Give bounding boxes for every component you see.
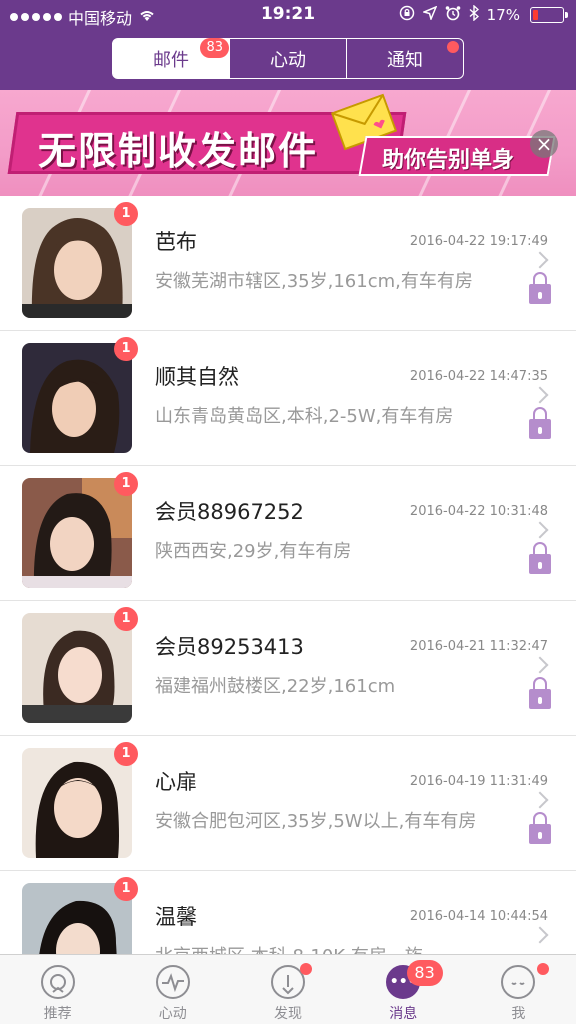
status-right: 17% (399, 4, 568, 25)
status-bar: 中国移动 19:21 17% (0, 0, 576, 30)
unread-badge: 1 (114, 607, 138, 631)
recommend-icon (40, 965, 75, 999)
sender-name: 会员88967252 (155, 500, 304, 524)
chevron-right-icon (531, 926, 549, 944)
message-row[interactable]: 1 芭布 2016-04-22 19:17:49 安徽芜湖市辖区,35岁,161… (0, 196, 576, 331)
avatar[interactable] (22, 748, 132, 858)
bluetooth-icon (469, 4, 479, 25)
avatar[interactable] (22, 478, 132, 588)
unread-badge: 1 (114, 472, 138, 496)
banner-sub-text: 助你告别单身 (382, 148, 515, 173)
tabbar-me-dot (536, 963, 549, 975)
lock-icon[interactable] (529, 407, 551, 439)
message-list: 1 芭布 2016-04-22 19:17:49 安徽芜湖市辖区,35岁,161… (0, 196, 576, 954)
avatar-wrap: 1 (22, 607, 138, 723)
tab-heartbeat[interactable]: 心动 (230, 39, 347, 78)
unread-badge: 1 (114, 202, 138, 226)
message-time: 2016-04-19 11:31:49 (409, 774, 548, 789)
location-icon (421, 5, 438, 24)
message-time: 2016-04-21 11:32:47 (409, 639, 548, 654)
tab-notification-dot (447, 41, 459, 53)
lock-icon[interactable] (529, 542, 551, 574)
rotation-lock-icon (399, 5, 415, 25)
tabbar-recommend-label: 推荐 (43, 1006, 72, 1022)
battery-icon (530, 7, 568, 23)
bottom-tab-bar: 推荐 心动 发现 ••• 83 消息 我 (0, 954, 576, 1024)
chevron-right-icon (531, 386, 549, 404)
sender-info: 安徽芜湖市辖区,35岁,161cm,有车有房 (155, 271, 473, 292)
message-time: 2016-04-14 10:44:54 (409, 909, 548, 924)
avatar[interactable] (22, 613, 132, 723)
banner-main-text: 无限制收发邮件 (38, 129, 319, 173)
unread-badge: 1 (114, 337, 138, 361)
sender-name: 顺其自然 (155, 365, 239, 389)
avatar-wrap: 1 (22, 337, 138, 453)
sender-info: 北京西城区,本科,8-10K,有房一族 (155, 942, 423, 954)
avatar[interactable] (22, 208, 132, 318)
tabbar-message-badge: 83 (406, 960, 443, 986)
tabbar-discover-dot (300, 963, 313, 975)
header: 中国移动 19:21 17% 邮件 83 心动 通知 (0, 0, 576, 90)
alarm-icon (445, 5, 461, 25)
battery-fill (533, 10, 538, 20)
tab-notification-label: 通知 (387, 49, 423, 71)
promo-banner[interactable]: 无限制收发邮件 助你告别单身 × (0, 90, 576, 196)
battery-percent: 17% (486, 6, 520, 24)
lock-icon[interactable] (529, 812, 551, 844)
avatar[interactable] (22, 343, 132, 453)
sender-info: 安徽合肥包河区,35岁,5W以上,有车有房 (155, 811, 477, 832)
avatar-wrap: 1 (22, 472, 138, 588)
chevron-right-icon (531, 251, 549, 269)
unread-badge: 1 (114, 877, 138, 901)
message-time: 2016-04-22 19:17:49 (409, 234, 548, 249)
message-row[interactable]: 1 会员89253413 2016-04-21 11:32:47 福建福州鼓楼区… (0, 601, 576, 736)
chevron-right-icon (531, 521, 549, 539)
sender-info: 福建福州鼓楼区,22岁,161cm (155, 676, 396, 697)
chevron-right-icon (531, 791, 549, 809)
tabbar-recommend[interactable]: 推荐 (0, 955, 115, 1024)
tabbar-message-label: 消息 (389, 1006, 418, 1022)
unread-badge: 1 (114, 742, 138, 766)
sender-info: 山东青岛黄岛区,本科,2-5W,有车有房 (155, 406, 454, 427)
sender-name: 温馨 (155, 905, 197, 929)
tabbar-me[interactable]: 我 (461, 955, 576, 1024)
sender-name: 心扉 (155, 770, 197, 794)
tab-mail[interactable]: 邮件 83 (113, 38, 230, 78)
message-time: 2016-04-22 14:47:35 (409, 369, 548, 384)
tabbar-discover[interactable]: 发现 (230, 955, 345, 1024)
lock-icon[interactable] (529, 272, 551, 304)
banner-close-button[interactable]: × (530, 130, 558, 158)
tabbar-heartbeat[interactable]: 心动 (115, 955, 230, 1024)
tab-heartbeat-label: 心动 (270, 49, 306, 71)
avatar-wrap: 1 (22, 202, 138, 318)
avatar-wrap: 1 (22, 877, 138, 954)
lock-icon[interactable] (529, 677, 551, 709)
sender-name: 芭布 (155, 230, 197, 254)
heartbeat-icon (155, 965, 190, 999)
message-row[interactable]: 1 会员88967252 2016-04-22 10:31:48 陕西西安,29… (0, 466, 576, 601)
segmented-tabs: 邮件 83 心动 通知 (112, 38, 464, 79)
chevron-right-icon (531, 656, 549, 674)
tab-mail-label: 邮件 (153, 49, 189, 71)
me-icon (501, 965, 536, 999)
tab-mail-badge: 83 (200, 38, 229, 58)
message-row[interactable]: 1 顺其自然 2016-04-22 14:47:35 山东青岛黄岛区,本科,2-… (0, 331, 576, 466)
tabbar-message[interactable]: ••• 83 消息 (346, 955, 461, 1024)
sender-name: 会员89253413 (155, 635, 304, 659)
tabbar-heartbeat-label: 心动 (158, 1006, 187, 1022)
tab-notification[interactable]: 通知 (347, 39, 463, 78)
tabbar-discover-label: 发现 (274, 1006, 302, 1022)
sender-info: 陕西西安,29岁,有车有房 (155, 541, 352, 562)
avatar-wrap: 1 (22, 742, 138, 858)
tabbar-me-label: 我 (511, 1006, 526, 1022)
message-time: 2016-04-22 10:31:48 (409, 504, 548, 519)
message-row[interactable]: 1 温馨 2016-04-14 10:44:54 北京西城区,本科,8-10K,… (0, 871, 576, 954)
message-row[interactable]: 1 心扉 2016-04-19 11:31:49 安徽合肥包河区,35岁,5W以… (0, 736, 576, 871)
